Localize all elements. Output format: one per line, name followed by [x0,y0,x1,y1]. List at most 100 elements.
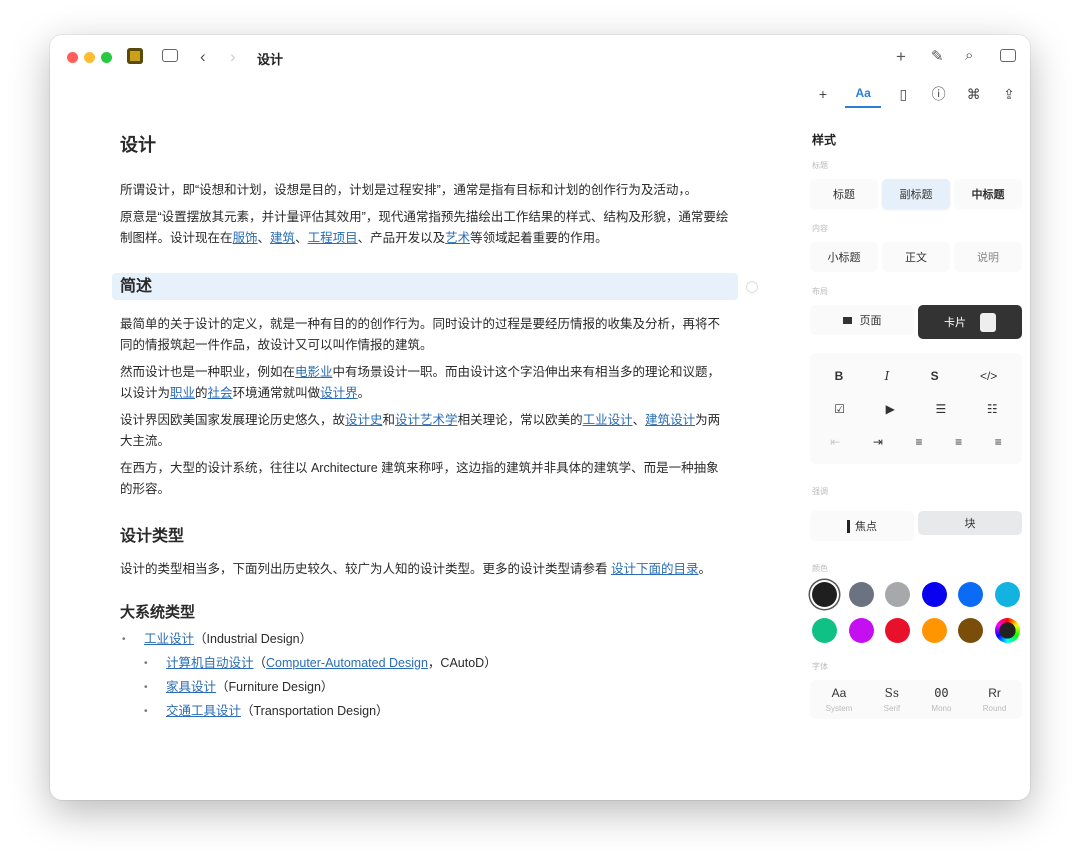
shortcuts-tab-icon[interactable]: ⌘ [961,86,987,109]
inline-link[interactable]: 设计界 [320,386,358,400]
inline-link[interactable]: 服饰 [233,231,258,245]
inspector-tabs: + Aa ▯ ⓘ ⌘ ⇪ [810,83,1022,111]
inline-link[interactable]: 建筑设计 [645,413,695,427]
content-styles: 小标题 正文 说明 [810,242,1022,272]
style-inspector: + Aa ▯ ⓘ ⌘ ⇪ 样式 标题 标题 副标题 中标题 内容 小标题 正文 … [810,83,1022,719]
indent-icon[interactable]: ⇥ [873,435,883,449]
font-options: Aa System Ss Serif 00 Mono Rr Round [810,680,1022,719]
document-tab-icon[interactable]: ▯ [890,86,916,109]
code-button[interactable]: </> [980,369,997,383]
types-paragraphs: 设计的类型相当多，下面列出历史较久、较广为人知的设计类型。更多的设计类型请参看 … [120,559,730,580]
list-item: 计算机自动设计（Computer-Automated Design，CAutoD… [120,653,730,674]
text-run: 等领域起着重要的作用。 [470,231,608,245]
style-tab-icon[interactable]: Aa [845,86,882,108]
color-swatch[interactable] [994,582,1020,607]
font-system-button[interactable]: Aa System [826,686,853,713]
italic-button[interactable]: I [885,369,890,383]
outdent-icon[interactable]: ⇤ [830,435,840,449]
font-sample: Ss [884,686,900,700]
color-swatch[interactable] [812,582,837,607]
style-subtitle-button[interactable]: 副标题 [882,179,950,209]
inline-link[interactable]: 设计史 [345,413,383,427]
section-heading-overview[interactable]: 简述 [112,273,758,300]
inline-link[interactable]: 职业 [170,386,195,400]
font-sample: 00 [934,686,949,700]
layout-page-button[interactable]: 页面 [810,305,914,335]
font-serif-button[interactable]: Ss Serif [884,686,900,713]
custom-color-picker-icon[interactable] [994,618,1020,643]
align-left-icon[interactable]: ≡ [916,435,923,449]
font-name: Round [982,704,1007,713]
align-center-icon[interactable]: ≡ [955,435,962,449]
emphasis-block-button[interactable]: 块 [918,511,1022,535]
window-title: 设计 [257,52,284,67]
align-right-icon[interactable]: ≡ [995,435,1002,449]
paragraph: 在西方，大型的设计系统，往往以 Architecture 建筑来称呼，这边指的建… [120,458,730,500]
info-tab-icon[interactable]: ⓘ [926,84,952,110]
share-tab-icon[interactable]: ⇪ [996,86,1022,109]
color-swatch[interactable] [885,582,911,607]
inline-link[interactable]: 交通工具设计 [166,704,241,718]
bold-button[interactable]: B [835,369,844,383]
font-round-button[interactable]: Rr Round [983,686,1007,713]
style-title-button[interactable]: 标题 [810,179,878,209]
layout-card-button[interactable]: 卡片 [918,305,1022,339]
text-run: ，CAutoD） [427,656,497,670]
inline-link[interactable]: 工业设计 [583,413,633,427]
color-swatch[interactable] [958,582,984,607]
toggle-list-icon[interactable]: ▶ [886,402,895,416]
font-sample: Rr [988,686,1001,700]
inspector-toggle-icon[interactable] [1000,49,1016,62]
heading-label: 标题 [812,161,828,170]
minimize-button[interactable] [84,52,95,63]
font-name: System [825,704,853,713]
color-swatch[interactable] [848,582,874,607]
inline-link[interactable]: 计算机自动设计 [166,656,254,670]
text-run: 、 [295,231,308,245]
close-button[interactable] [67,52,78,63]
color-swatch[interactable] [848,618,874,643]
document-title: 设计 [120,135,156,155]
inline-link[interactable]: 设计艺术学 [395,413,458,427]
fold-handle-icon[interactable] [746,281,758,293]
back-icon[interactable]: ‹ [200,48,206,65]
inline-link[interactable]: 工业设计 [144,632,194,646]
add-icon[interactable]: + [896,48,906,65]
document-body[interactable]: 设计 所谓设计，即“设想和计划，设想是目的，计划是过程安排”，通常是指有目标和计… [112,127,758,725]
color-swatch[interactable] [921,618,947,643]
inline-link[interactable]: 家具设计 [166,680,216,694]
layout-options: 页面 卡片 [810,305,1022,339]
color-swatch[interactable] [812,618,837,643]
zoom-button[interactable] [101,52,112,63]
inspector-heading: 样式 [812,133,837,147]
style-body-button[interactable]: 正文 [882,242,950,272]
style-caption-button[interactable]: 说明 [954,242,1022,272]
inline-link[interactable]: 设计下面的目录 [611,562,699,576]
inline-link[interactable]: Computer-Automated Design [266,656,428,670]
inline-link[interactable]: 艺术 [445,231,470,245]
style-heading-button[interactable]: 中标题 [954,179,1022,209]
strikethrough-button[interactable]: S [931,369,939,383]
bullet-list-icon[interactable]: ☰ [936,402,947,416]
add-tab-icon[interactable]: + [810,86,836,108]
numbered-list-icon[interactable]: ☷ [987,402,998,416]
inline-link[interactable]: 工程项目 [308,231,358,245]
color-swatch[interactable] [958,618,984,643]
compose-icon[interactable]: ✎ [931,49,944,64]
search-icon[interactable]: ⌕ [965,48,973,63]
sidebar-toggle-icon[interactable] [162,49,178,62]
emphasis-focus-button[interactable]: 焦点 [810,511,914,541]
forward-icon[interactable]: › [230,48,236,65]
paragraph: 所谓设计，即“设想和计划，设想是目的，计划是过程安排”，通常是指有目标和计划的创… [120,180,730,201]
app-window: ‹ › 设计 + ✎ ⌕ 设计 所谓设计，即“设想和计划，设想是目的，计划是过程… [50,35,1030,800]
inline-link[interactable]: 社会 [208,386,233,400]
color-swatch[interactable] [921,582,947,607]
font-mono-button[interactable]: 00 Mono [931,686,951,713]
style-subheading-button[interactable]: 小标题 [810,242,878,272]
inline-link[interactable]: 电影业 [295,365,333,379]
color-swatch[interactable] [885,618,911,643]
checkbox-icon[interactable]: ☑ [834,402,845,416]
text-run: 在西方，大型的设计系统，往往以 Architecture 建筑来称呼，这边指的建… [120,461,719,496]
inline-link[interactable]: 建筑 [270,231,295,245]
layout-card-label: 卡片 [944,317,966,329]
